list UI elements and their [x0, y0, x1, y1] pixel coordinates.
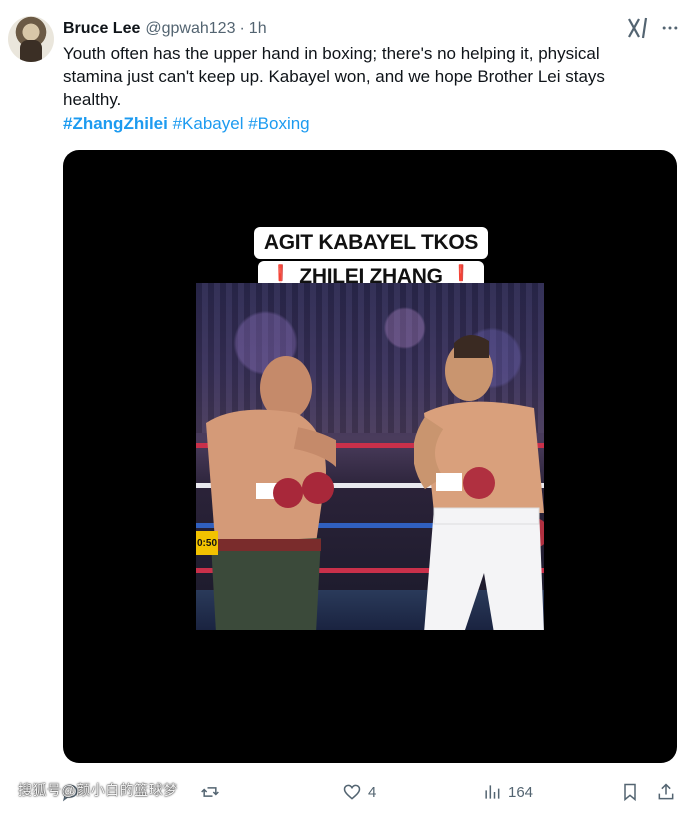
hashtag-link[interactable]: #ZhangZhilei [63, 114, 168, 133]
author-handle[interactable]: @gpwah123 [145, 20, 235, 38]
bookmark-icon [624, 783, 636, 802]
tweet-media-video[interactable]: AGIT KABAYEL TKOS ❗ ZHILEI ZHANG ❗ 0:50 [63, 150, 677, 763]
retweet-button[interactable] [200, 778, 226, 806]
like-button[interactable]: 4 [342, 778, 376, 806]
share-button[interactable] [656, 778, 676, 806]
views-chart-icon [485, 785, 500, 799]
hashtags: #ZhangZhilei #Kabayel #Boxing [63, 112, 310, 135]
bookmark-button[interactable] [620, 778, 640, 806]
retweet-icon [201, 787, 219, 797]
like-count: 4 [368, 783, 377, 801]
views-count: 164 [508, 783, 534, 801]
separator-dot: · [239, 20, 245, 37]
hashtag-link[interactable]: #Kabayel [173, 114, 244, 133]
more-options-icon[interactable] [658, 16, 682, 40]
share-icon [658, 783, 674, 800]
boxer-left-figure [206, 356, 336, 630]
video-score-badge: 0:50 [196, 531, 218, 555]
tweet-timestamp[interactable]: 1h [249, 20, 267, 38]
video-frame: 0:50 [196, 283, 544, 630]
author-name[interactable]: Bruce Lee [63, 20, 140, 38]
caption-line-1: AGIT KABAYEL TKOS [253, 227, 489, 259]
grok-icon[interactable] [626, 16, 650, 40]
hashtag-link[interactable]: #Boxing [248, 114, 309, 133]
author-avatar[interactable] [8, 16, 54, 62]
heart-icon [343, 784, 361, 800]
tweet-header: Bruce Lee @gpwah123 · 1h [63, 18, 684, 40]
tweet-text: Youth often has the upper hand in boxing… [63, 44, 610, 109]
views-button[interactable]: 164 [482, 778, 533, 806]
watermark-text: 搜狐号@颜小白的篮球梦 [18, 782, 178, 798]
boxer-right-figure [414, 334, 544, 630]
